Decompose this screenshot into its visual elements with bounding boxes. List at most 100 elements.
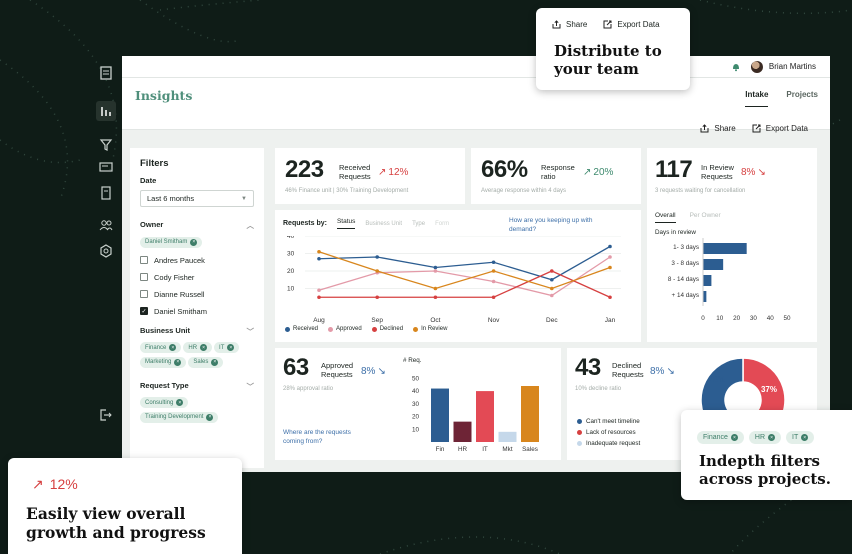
x-tick-label: HR bbox=[458, 446, 468, 453]
doc-icon[interactable] bbox=[96, 63, 116, 83]
x-tick-label: 30 bbox=[750, 315, 758, 322]
users-icon[interactable] bbox=[96, 215, 116, 235]
data-point bbox=[317, 256, 321, 261]
slice-label: 28% bbox=[709, 375, 725, 384]
checkbox[interactable]: ✓ bbox=[140, 307, 148, 315]
owner-checkbox[interactable]: Dianne Russell bbox=[140, 290, 254, 299]
business-unit-chips: Finance × HR × IT × Marketing × Sales × bbox=[140, 342, 254, 371]
chart-icon[interactable] bbox=[96, 101, 116, 121]
remove-icon[interactable]: × bbox=[206, 413, 214, 421]
legend-item: Inadequate request bbox=[577, 438, 640, 449]
date-select[interactable]: Last 6 months ▼ bbox=[140, 190, 254, 207]
declined-label: Declined Requests bbox=[612, 361, 644, 379]
business-unit-chip[interactable]: Marketing × bbox=[140, 356, 187, 368]
owner-checkbox[interactable]: Andres Paucek bbox=[140, 256, 254, 265]
bar bbox=[476, 391, 494, 442]
source-question[interactable]: Where are the requests coming from? bbox=[283, 428, 373, 446]
filters-callout: Finance × HR × IT × Indepth filters across pro… bbox=[681, 410, 852, 500]
received-delta: ↗ 12% bbox=[378, 167, 409, 178]
business-unit-chip[interactable]: IT × bbox=[214, 342, 240, 353]
form-icon[interactable] bbox=[96, 157, 116, 177]
trend-up-icon: ↗ bbox=[32, 476, 44, 492]
filter-icon[interactable] bbox=[96, 135, 116, 155]
data-point bbox=[608, 295, 612, 300]
chevron-up-icon: ︿ bbox=[246, 221, 255, 230]
requests-by-card: Requests by: Status Business Unit Type F… bbox=[275, 210, 641, 342]
review-value: 117 bbox=[655, 156, 693, 183]
business-unit-chip[interactable]: HR × bbox=[183, 342, 213, 353]
remove-icon[interactable]: × bbox=[176, 399, 184, 406]
remove-icon[interactable]: × bbox=[211, 358, 219, 366]
tab-intake[interactable]: Intake bbox=[745, 90, 769, 107]
callout-filter-chip[interactable]: Finance × bbox=[697, 431, 744, 444]
declined-delta: 8% ↘ bbox=[650, 366, 675, 377]
x-tick-label: 40 bbox=[767, 315, 775, 322]
logout-icon[interactable] bbox=[96, 405, 116, 425]
remove-icon[interactable]: × bbox=[801, 434, 809, 441]
remove-icon[interactable]: × bbox=[730, 434, 738, 441]
user-menu[interactable]: Brian Martins bbox=[750, 60, 816, 73]
legend-item: Declined bbox=[371, 326, 404, 332]
tab-overall[interactable]: Overall bbox=[655, 212, 676, 223]
remove-icon[interactable]: × bbox=[169, 344, 177, 351]
bar bbox=[703, 275, 712, 286]
bell-icon[interactable] bbox=[731, 62, 741, 72]
share-button[interactable]: Share bbox=[700, 124, 736, 133]
request-type-label[interactable]: Request Type ﹀ bbox=[140, 381, 254, 392]
legend-label: In Review bbox=[421, 326, 448, 332]
tab-type[interactable]: Type bbox=[412, 221, 425, 227]
demand-question[interactable]: How are you keeping up with demand? bbox=[509, 216, 613, 234]
callout-share-button[interactable]: Share bbox=[552, 20, 587, 29]
owner-chip[interactable]: Daniel Smitham × bbox=[140, 236, 203, 248]
data-point bbox=[491, 295, 496, 300]
business-unit-label[interactable]: Business Unit ﹀ bbox=[140, 326, 254, 337]
callout-export-button[interactable]: Export Data bbox=[603, 20, 660, 29]
category-label: 8 - 14 days bbox=[668, 276, 699, 283]
owner-checkbox[interactable]: Cody Fisher bbox=[140, 273, 254, 282]
remove-icon[interactable]: × bbox=[200, 344, 208, 351]
checkbox[interactable] bbox=[140, 273, 148, 281]
data-point bbox=[491, 260, 496, 265]
bar bbox=[431, 388, 449, 442]
series-line-received bbox=[318, 245, 611, 281]
callout-filter-chip[interactable]: HR × bbox=[748, 431, 782, 444]
chevron-down-icon: ﹀ bbox=[246, 381, 255, 391]
owner-list: Andres Paucek Cody Fisher Dianne Russell ✓ D… bbox=[140, 256, 254, 316]
tab-per-owner[interactable]: Per Owner bbox=[690, 212, 721, 223]
x-tick-label: Oct bbox=[430, 317, 440, 324]
tab-form[interactable]: Form bbox=[435, 221, 449, 227]
review-card: 117 In Review Requests 8% ↘ 3 requests wai… bbox=[647, 148, 817, 342]
owner-checkbox[interactable]: ✓ Daniel Smitham bbox=[140, 307, 254, 316]
data-point bbox=[317, 295, 321, 300]
requests-by-tabs: Requests by: Status Business Unit Type F… bbox=[283, 218, 449, 229]
request-type-chip[interactable]: Consulting × bbox=[140, 397, 189, 408]
legend-label: Declined bbox=[379, 326, 404, 332]
business-unit-chip[interactable]: Finance × bbox=[140, 342, 182, 353]
settings-icon[interactable] bbox=[96, 241, 116, 261]
data-point bbox=[608, 265, 612, 270]
tab-projects[interactable]: Projects bbox=[786, 90, 818, 107]
tab-business-unit[interactable]: Business Unit bbox=[365, 221, 402, 227]
trend-down-icon: ↘ bbox=[666, 366, 675, 377]
export-button[interactable]: Export Data bbox=[752, 124, 808, 133]
remove-icon[interactable]: × bbox=[227, 344, 235, 351]
page-title: Insights bbox=[135, 88, 193, 103]
remove-icon[interactable]: × bbox=[768, 434, 776, 441]
callout-filter-chip[interactable]: IT × bbox=[786, 431, 815, 444]
remove-icon[interactable]: × bbox=[174, 358, 182, 366]
declined-legend: Can't meet timeline Lack of resources Inad… bbox=[577, 416, 640, 449]
request-type-chip[interactable]: Training Development × bbox=[140, 411, 219, 423]
tablet-icon[interactable] bbox=[96, 183, 116, 203]
tab-status[interactable]: Status bbox=[336, 218, 356, 229]
category-label: 3 - 8 days bbox=[671, 260, 699, 267]
checkbox[interactable] bbox=[140, 256, 148, 264]
data-point bbox=[608, 255, 612, 259]
data-point bbox=[550, 293, 554, 298]
business-unit-chip[interactable]: Sales × bbox=[188, 356, 224, 368]
series-line-declined bbox=[319, 270, 611, 298]
checkbox[interactable] bbox=[140, 290, 148, 298]
data-point bbox=[433, 286, 438, 291]
filters-panel: Filters Date Last 6 months ▼ Owner ︿ Dani… bbox=[130, 148, 264, 468]
owner-label[interactable]: Owner ︿ bbox=[140, 220, 254, 231]
page-tabs: Intake Projects bbox=[745, 90, 818, 107]
